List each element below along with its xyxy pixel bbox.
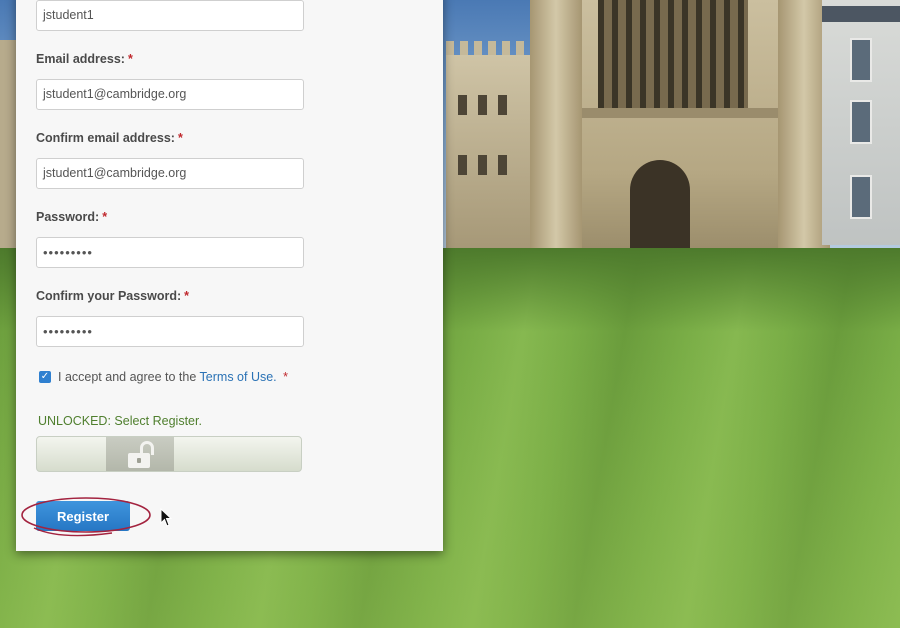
slider-handle[interactable] (106, 437, 174, 471)
email-input[interactable]: jstudent1@cambridge.org (36, 79, 304, 110)
username-input[interactable]: jstudent1 (36, 0, 304, 31)
required-marker: * (102, 210, 108, 224)
building-right (822, 0, 900, 245)
password-label: Password: * (36, 210, 108, 224)
confirm-email-label: Confirm email address: * (36, 131, 183, 145)
email-label: Email address: * (36, 52, 133, 66)
terms-of-use-link[interactable]: Terms of Use. (200, 370, 277, 384)
mouse-cursor-icon (160, 508, 173, 527)
terms-label: I accept and agree to the Terms of Use. … (58, 370, 289, 384)
required-marker: * (177, 131, 183, 145)
unlock-status-message: UNLOCKED: Select Register. (38, 414, 202, 428)
required-marker: * (283, 370, 289, 384)
terms-checkbox[interactable]: ✓ (39, 371, 51, 383)
unlock-slider[interactable] (36, 436, 302, 472)
confirm-password-label: Confirm your Password: * (36, 289, 190, 303)
building-middle (446, 41, 536, 250)
confirm-password-input[interactable]: ••••••••• (36, 316, 304, 347)
chapel-building (530, 0, 830, 248)
required-marker: * (127, 52, 133, 66)
required-marker: * (184, 289, 190, 303)
confirm-email-input[interactable]: jstudent1@cambridge.org (36, 158, 304, 189)
password-input[interactable]: ••••••••• (36, 237, 304, 268)
annotation-circle (21, 497, 151, 537)
